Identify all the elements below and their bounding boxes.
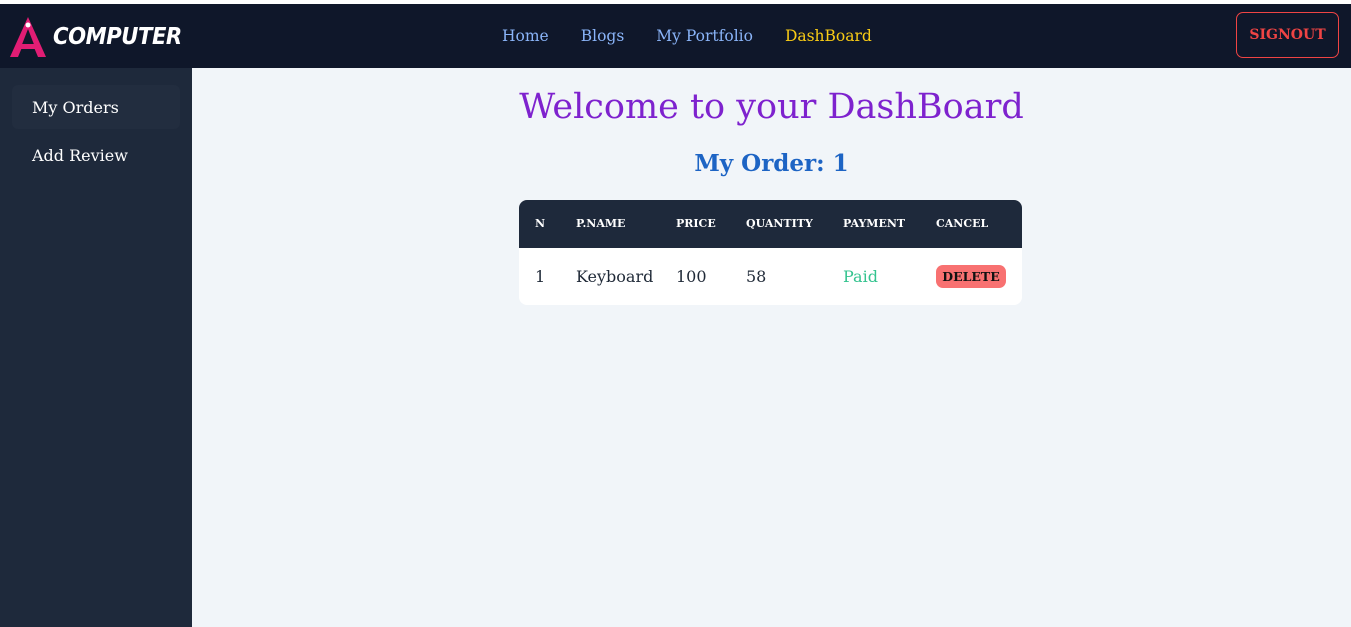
nav-link-my-portfolio[interactable]: My Portfolio bbox=[640, 27, 769, 45]
sidebar-item-add-review[interactable]: Add Review bbox=[12, 133, 180, 177]
page: COMPUTER Home Blogs My Portfolio DashBoa… bbox=[0, 0, 1351, 627]
signout-button[interactable]: SIGNOUT bbox=[1236, 12, 1339, 58]
column-header-n: N bbox=[535, 217, 546, 230]
top-navbar: COMPUTER Home Blogs My Portfolio DashBoa… bbox=[0, 4, 1351, 68]
nav-links: Home Blogs My Portfolio DashBoard bbox=[486, 4, 888, 68]
column-header-quantity: QUANTITY bbox=[746, 217, 813, 230]
table-header-row: N P.NAME PRICE QUANTITY PAYMENT CANCEL bbox=[519, 200, 1022, 248]
logo-icon bbox=[8, 15, 48, 59]
brand-name: COMPUTER bbox=[53, 24, 182, 50]
nav-link-blogs[interactable]: Blogs bbox=[565, 27, 641, 45]
column-header-payment: PAYMENT bbox=[843, 217, 906, 230]
nav-link-home[interactable]: Home bbox=[486, 27, 565, 45]
column-header-cancel: CANCEL bbox=[936, 217, 989, 230]
cell-quantity: 58 bbox=[746, 267, 767, 286]
orders-table: N P.NAME PRICE QUANTITY PAYMENT CANCEL 1… bbox=[519, 200, 1022, 305]
cell-price: 100 bbox=[676, 267, 707, 286]
cell-payment-status: Paid bbox=[843, 267, 878, 286]
nav-link-dashboard[interactable]: DashBoard bbox=[769, 27, 888, 45]
brand-logo[interactable]: COMPUTER bbox=[8, 14, 193, 60]
cell-product-name: Keyboard bbox=[576, 267, 654, 286]
main-content: Welcome to your DashBoard My Order: 1 N … bbox=[192, 68, 1351, 627]
cell-n: 1 bbox=[535, 267, 546, 286]
order-count-heading: My Order: 1 bbox=[694, 150, 849, 177]
sidebar-item-my-orders[interactable]: My Orders bbox=[12, 85, 180, 129]
page-title: Welcome to your DashBoard bbox=[519, 87, 1024, 127]
column-header-price: PRICE bbox=[676, 217, 716, 230]
sidebar: My Orders Add Review bbox=[0, 68, 192, 627]
column-header-product-name: P.NAME bbox=[576, 217, 626, 230]
delete-order-button[interactable]: DELETE bbox=[936, 265, 1006, 288]
